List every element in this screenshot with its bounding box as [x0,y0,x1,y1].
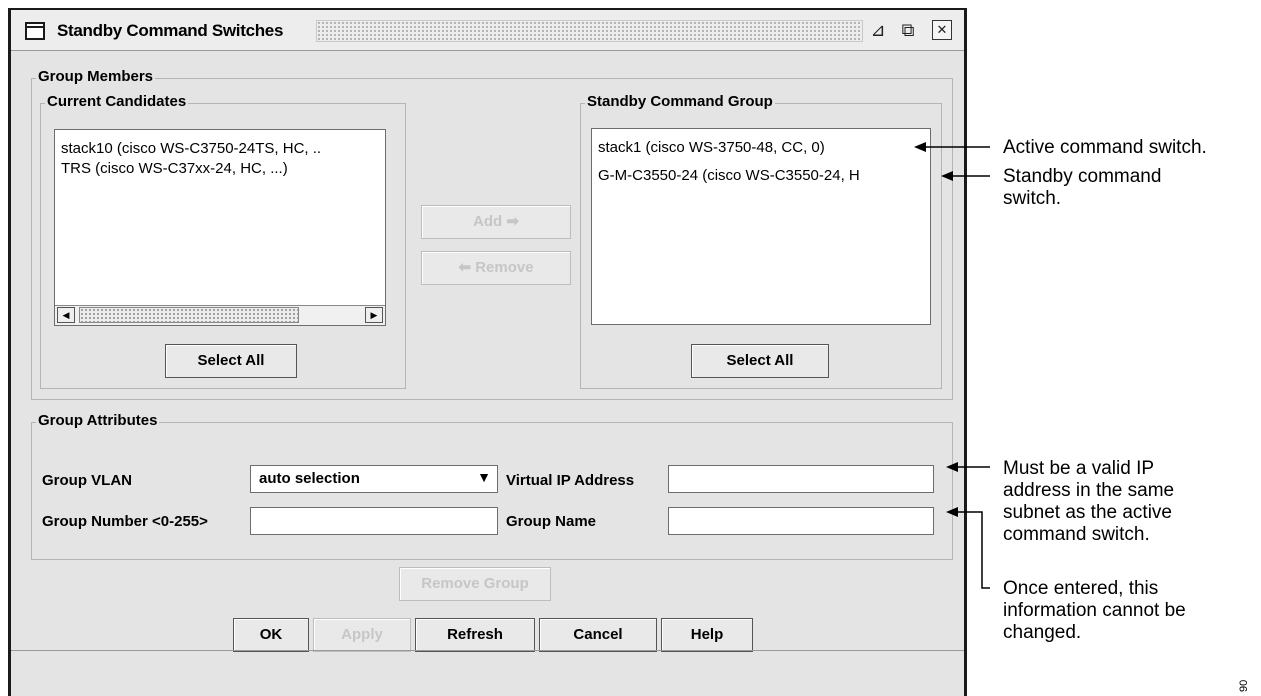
add-label: Add [473,213,503,230]
list-item[interactable]: G-M-C3550-24 (cisco WS-C3550-24, H [598,167,860,184]
remove-group-button[interactable]: Remove Group [399,567,551,601]
horizontal-scrollbar[interactable]: ◀ ▶ [55,305,385,325]
figure-number: 90 [1238,679,1250,692]
group-number-input[interactable] [250,507,498,535]
current-candidates-panel: Current Candidates stack10 (cisco WS-C37… [40,93,406,389]
group-name-label: Group Name [506,513,597,530]
current-candidates-legend: Current Candidates [45,93,189,110]
status-bar-divider [11,650,964,651]
standby-command-group-legend: Standby Command Group [585,93,775,110]
standby-select-all-button[interactable]: Select All [691,344,829,378]
scroll-right-icon[interactable]: ▶ [365,307,383,323]
scroll-left-icon[interactable]: ◀ [57,307,75,323]
refresh-button[interactable]: Refresh [415,618,535,652]
remove-label: Remove [475,259,534,276]
group-attributes-panel: Group Attributes Group VLAN auto selecti… [31,412,953,560]
chevron-down-icon: ▼ [477,469,491,485]
remove-button[interactable]: ⬅ Remove [421,251,571,285]
group-vlan-label: Group VLAN [42,472,132,489]
annotation-standby-line1: Standby command [1003,166,1162,187]
arrow-right-icon: ➡ [506,213,519,230]
annotation-ip-line2: address in the same [1003,480,1175,501]
group-members-legend: Group Members [36,68,156,85]
group-number-label: Group Number <0-255> [42,513,208,530]
list-item[interactable]: stack1 (cisco WS-3750-48, CC, 0) [598,139,825,156]
window-icon [25,22,45,40]
standby-group-list[interactable]: stack1 (cisco WS-3750-48, CC, 0) G-M-C35… [591,128,931,325]
annotation-active: Active command switch. [1003,137,1207,158]
window-title: Standby Command Switches [57,21,284,40]
standby-command-group-panel: Standby Command Group stack1 (cisco WS-3… [580,93,942,389]
standby-command-switches-window: Standby Command Switches ⊿ ⧉ ✕ Group Mem… [11,8,964,696]
list-item[interactable]: TRS (cisco WS-C37xx-24, HC, ...) [61,160,288,177]
candidates-select-all-button[interactable]: Select All [165,344,297,378]
window-right-border [964,8,967,696]
scrollbar-thumb[interactable] [79,307,299,323]
group-members-panel: Group Members Current Candidates stack10… [31,68,953,400]
annotation-ip-line3: subnet as the active [1003,502,1172,523]
annotation-standby-line2: switch. [1003,188,1062,209]
annotation-ip-line4: command switch. [1003,524,1150,545]
ok-button[interactable]: OK [233,618,309,652]
maximize-icon[interactable]: ⧉ [897,20,919,40]
help-button[interactable]: Help [661,618,753,652]
apply-button[interactable]: Apply [313,618,411,652]
title-bar-texture [316,20,863,42]
close-icon[interactable]: ✕ [932,20,952,40]
minimize-icon[interactable]: ⊿ [867,20,889,40]
list-item[interactable]: stack10 (cisco WS-C3750-24TS, HC, .. [61,140,321,157]
title-bar[interactable]: Standby Command Switches ⊿ ⧉ ✕ [11,10,964,51]
annotation-ip-line1: Must be a valid IP [1003,458,1155,479]
group-vlan-value: auto selection [259,470,360,487]
group-attributes-legend: Group Attributes [36,412,160,429]
arrow-left-icon: ⬅ [458,259,476,276]
group-name-input[interactable] [668,507,934,535]
virtual-ip-label: Virtual IP Address [506,472,635,489]
annotation-once-line3: changed. [1003,622,1082,643]
group-vlan-dropdown[interactable]: auto selection ▼ [250,465,498,493]
annotation-once-line2: information cannot be [1003,600,1186,621]
cancel-button[interactable]: Cancel [539,618,657,652]
annotation-once-line1: Once entered, this [1003,578,1159,599]
virtual-ip-input[interactable] [668,465,934,493]
add-button[interactable]: Add ➡ [421,205,571,239]
current-candidates-list[interactable]: stack10 (cisco WS-C3750-24TS, HC, .. TRS… [54,129,386,326]
